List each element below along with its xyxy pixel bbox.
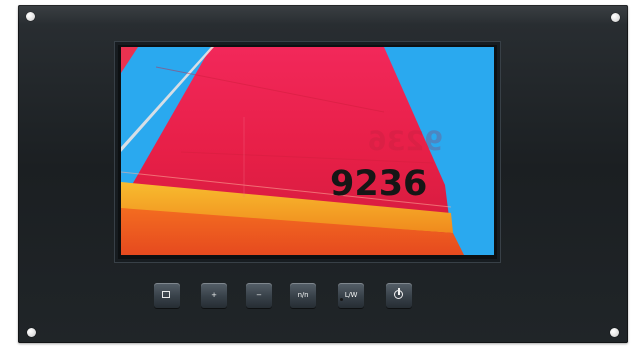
screen-image: 9236 9236 [121,47,494,255]
photo-stage: 9236 9236 + − n/n L/W [0,0,637,350]
sail-number-reverse: 9236 [368,126,443,157]
ratio-icon: L/W [344,291,358,299]
screen-bezel: 9236 9236 [114,41,501,263]
na-icon: n/n [297,291,309,299]
plus-button[interactable]: + [201,283,227,308]
bottom-right-screw-icon [610,328,619,337]
ratio-button[interactable]: L/W [338,283,364,308]
menu-button[interactable] [154,283,180,308]
indicator-light [340,298,343,301]
display-monitor: 9236 9236 + − n/n L/W [18,5,628,343]
sail-photo: 9236 9236 [121,47,494,255]
minus-icon: − [256,291,262,299]
power-button[interactable] [386,283,412,308]
control-button-row: + − n/n L/W [154,283,444,313]
bottom-left-screw-icon [27,328,36,337]
top-left-screw-icon [26,12,35,21]
na-button[interactable]: n/n [290,283,316,308]
sail-number: 9236 [330,164,427,204]
top-right-screw-icon [611,13,620,22]
plus-icon: + [211,291,217,299]
minus-button[interactable]: − [246,283,272,308]
